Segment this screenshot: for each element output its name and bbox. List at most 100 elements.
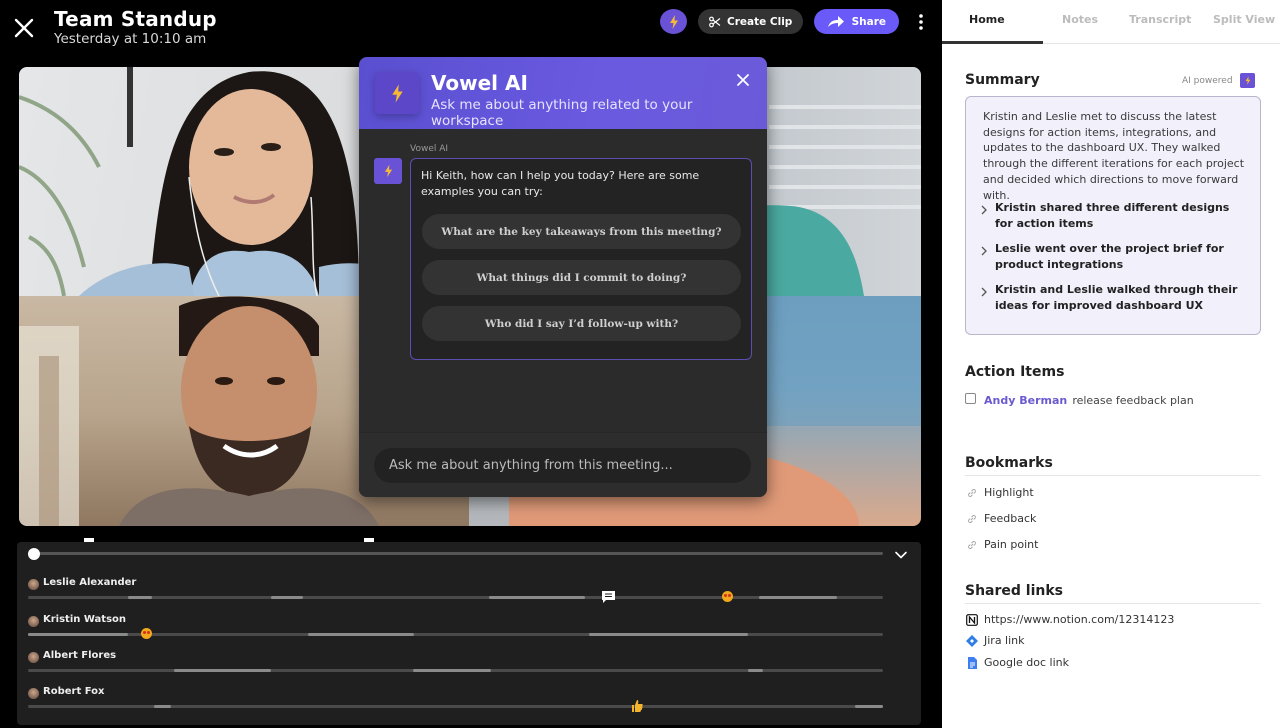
- vowel-ai-panel: Vowel AI Ask me about anything related t…: [359, 57, 767, 497]
- create-clip-label: Create Clip: [727, 15, 793, 28]
- bookmark-item[interactable]: Highlight: [965, 486, 1034, 499]
- bookmark-label: Feedback: [984, 512, 1037, 525]
- lightning-bolt-icon: [1245, 76, 1250, 85]
- lightning-bolt-icon: [669, 14, 678, 29]
- action-item: Andy Berman release feedback plan: [965, 389, 1194, 408]
- close-button[interactable]: [12, 16, 36, 40]
- notion-icon: [965, 613, 978, 626]
- bookmark-label: Highlight: [984, 486, 1034, 499]
- ai-panel-close-button[interactable]: [735, 72, 751, 88]
- lightning-bolt-icon: [384, 164, 392, 178]
- speaker-name: Albert Flores: [43, 650, 117, 661]
- close-icon: [737, 74, 749, 86]
- avatar: [28, 579, 39, 590]
- speaker-track[interactable]: [28, 596, 883, 599]
- bookmark-item[interactable]: Pain point: [965, 538, 1038, 551]
- meeting-details-panel: Home Notes Transcript Split View Summary…: [942, 0, 1280, 728]
- avatar: [28, 652, 39, 663]
- google-doc-icon: [965, 656, 978, 669]
- create-clip-button[interactable]: Create Clip: [698, 9, 804, 34]
- collapse-timeline-button[interactable]: [894, 547, 908, 561]
- share-button[interactable]: Share: [814, 9, 900, 34]
- speaking-segment[interactable]: [854, 705, 883, 708]
- speaking-segment[interactable]: [488, 596, 585, 599]
- speaking-segment[interactable]: [28, 633, 129, 636]
- tab-home[interactable]: Home: [969, 13, 1005, 26]
- message-sender: Vowel AI: [410, 144, 449, 154]
- heart-eyes-emoji-icon[interactable]: [721, 590, 734, 603]
- speaker-name: Kristin Watson: [43, 614, 127, 625]
- divider: [965, 475, 1261, 476]
- shared-link-label: Jira link: [984, 634, 1025, 647]
- tab-notes[interactable]: Notes: [1062, 13, 1098, 26]
- heart-eyes-emoji-icon[interactable]: [140, 627, 153, 640]
- tab-split-view[interactable]: Split View: [1213, 13, 1275, 26]
- speaker-track[interactable]: [28, 669, 883, 672]
- speaking-segment[interactable]: [759, 596, 837, 599]
- meeting-player-area: Team Standup Yesterday at 10:10 am Creat…: [0, 0, 942, 728]
- action-item-checkbox[interactable]: [965, 393, 976, 404]
- meeting-date: Yesterday at 10:10 am: [54, 31, 207, 47]
- speaker-track[interactable]: [28, 633, 883, 636]
- shared-link-item[interactable]: Jira link: [965, 634, 1025, 647]
- tab-bar: Home Notes Transcript Split View: [942, 0, 1280, 44]
- shared-link-label: https://www.notion.com/12314123: [984, 613, 1175, 626]
- ai-badge: [1240, 73, 1255, 88]
- tab-transcript[interactable]: Transcript: [1129, 13, 1191, 26]
- link-icon: [965, 538, 978, 551]
- chevron-right-icon: [980, 283, 988, 297]
- speaking-segment[interactable]: [174, 669, 271, 672]
- speaker-track[interactable]: [28, 705, 883, 708]
- chevron-down-icon: [895, 551, 907, 559]
- speaking-segment[interactable]: [747, 669, 764, 672]
- speaking-segment[interactable]: [308, 633, 414, 636]
- vowel-ai-button[interactable]: [660, 9, 687, 34]
- more-options-button[interactable]: [913, 9, 929, 34]
- app: Team Standup Yesterday at 10:10 am Creat…: [0, 0, 1280, 728]
- action-item-assignee[interactable]: Andy Berman: [984, 394, 1067, 407]
- ai-panel-subtitle: Ask me about anything related to your wo…: [431, 97, 693, 129]
- speaker-name: Robert Fox: [43, 686, 105, 697]
- summary-text: Kristin and Leslie met to discuss the la…: [983, 110, 1245, 202]
- link-icon: [965, 486, 978, 499]
- comment-icon[interactable]: [601, 590, 615, 603]
- suggestion-button[interactable]: What things did I commit to doing?: [422, 260, 741, 295]
- ai-panel-title: Vowel AI: [431, 71, 528, 95]
- avatar: [28, 688, 39, 699]
- speaking-segment[interactable]: [588, 633, 748, 636]
- ai-powered-label: AI powered: [1182, 76, 1233, 86]
- shared-link-item[interactable]: Google doc link: [965, 656, 1069, 669]
- summary-title: Summary: [965, 72, 1040, 88]
- speaking-segment[interactable]: [412, 669, 492, 672]
- speaking-segment[interactable]: [128, 596, 152, 599]
- ai-input-area: [359, 432, 767, 497]
- shared-link-item[interactable]: https://www.notion.com/12314123: [965, 613, 1174, 626]
- speaker-timeline: Leslie Alexander Kristin Watson Albert F…: [17, 542, 921, 725]
- summary-bullet-text: Leslie went over the project brief for p…: [995, 242, 1224, 271]
- bookmark-item[interactable]: Feedback: [965, 512, 1036, 525]
- bookmark-label: Pain point: [984, 538, 1039, 551]
- ai-question-input[interactable]: [374, 448, 751, 483]
- playhead-handle[interactable]: [28, 548, 40, 560]
- ai-panel-header: Vowel AI Ask me about anything related t…: [359, 57, 767, 129]
- ai-logo: [375, 72, 419, 114]
- speaking-segment[interactable]: [153, 705, 171, 708]
- speaking-segment[interactable]: [270, 596, 304, 599]
- close-icon: [14, 18, 34, 38]
- avatar: [28, 616, 39, 627]
- suggestion-button[interactable]: Who did I say I’d follow-up with?: [422, 306, 741, 341]
- playback-scrubber[interactable]: [28, 552, 883, 555]
- summary-bullet-text: Kristin and Leslie walked through their …: [995, 283, 1238, 312]
- suggestion-button[interactable]: What are the key takeaways from this mee…: [422, 214, 741, 249]
- thumbs-up-icon[interactable]: [631, 699, 644, 712]
- chevron-right-icon: [980, 201, 988, 215]
- more-vertical-icon: [919, 13, 924, 30]
- active-tab-indicator: [942, 41, 1043, 44]
- header-toolbar: Create Clip Share: [660, 9, 929, 34]
- divider: [965, 603, 1261, 604]
- summary-card: Kristin and Leslie met to discuss the la…: [965, 96, 1261, 335]
- ai-avatar: [374, 158, 402, 184]
- share-arrow-icon: [827, 16, 844, 27]
- chevron-right-icon: [980, 242, 988, 256]
- speaker-name: Leslie Alexander: [43, 577, 137, 588]
